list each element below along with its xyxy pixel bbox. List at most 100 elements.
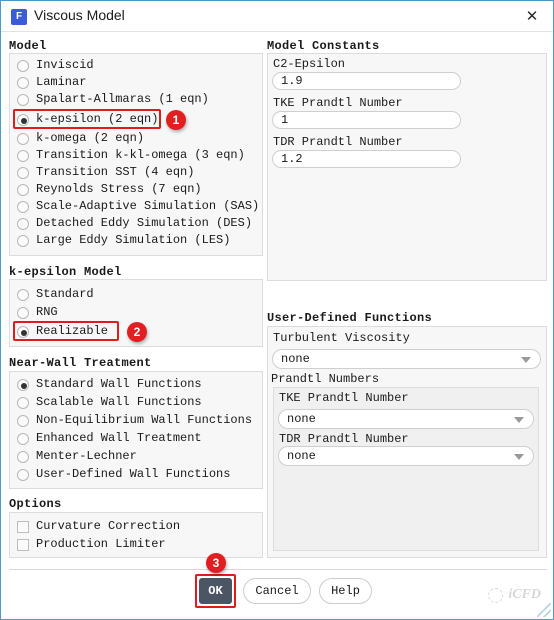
radio-indicator xyxy=(17,217,29,230)
radio-transition-k-kl-omega[interactable]: Transition k-kl-omega (3 eqn) xyxy=(17,147,245,164)
radio-indicator xyxy=(17,396,29,409)
tdr-prandtl-input[interactable]: 1.2 xyxy=(272,150,461,168)
nearwall-group-title: Near-Wall Treatment xyxy=(9,356,152,370)
radio-label: Standard Wall Functions xyxy=(36,377,202,391)
radio-inviscid[interactable]: Inviscid xyxy=(17,57,94,74)
checkbox-indicator xyxy=(17,538,29,551)
radio-indicator xyxy=(17,288,29,301)
radio-label: k-epsilon (2 eqn) xyxy=(36,112,159,126)
tke-prandtl-input[interactable]: 1 xyxy=(272,111,461,129)
options-group-title: Options xyxy=(9,497,62,511)
footer-divider xyxy=(9,569,547,570)
radio-label: Large Eddy Simulation (LES) xyxy=(36,233,231,247)
radio-label: Reynolds Stress (7 eqn) xyxy=(36,182,202,196)
radio-non-equilibrium-wall-functions[interactable]: Non-Equilibrium Wall Functions xyxy=(17,412,252,429)
radio-standard-wall-functions[interactable]: Standard Wall Functions xyxy=(17,376,202,393)
c2-epsilon-label: C2-Epsilon xyxy=(273,57,346,71)
radio-standard[interactable]: Standard xyxy=(17,286,94,303)
radio-user-defined-wall-functions[interactable]: User-Defined Wall Functions xyxy=(17,466,230,483)
viscous-model-dialog: F Viscous Model ✕ Model Inviscid Laminar… xyxy=(0,0,554,620)
udf-tdr-prandtl-label: TDR Prandtl Number xyxy=(279,432,409,446)
radio-enhanced-wall-treatment[interactable]: Enhanced Wall Treatment xyxy=(17,430,202,447)
radio-label: Transition SST (4 eqn) xyxy=(36,165,195,179)
fluent-app-icon: F xyxy=(11,9,27,25)
annotation-badge-3: 3 xyxy=(206,553,226,573)
radio-label: Realizable xyxy=(36,324,109,338)
udf-tdr-prandtl-select[interactable]: none xyxy=(278,446,534,466)
radio-label: Non-Equilibrium Wall Functions xyxy=(36,413,253,427)
kepsilon-group-title: k-epsilon Model xyxy=(9,265,122,279)
radio-indicator xyxy=(17,306,29,319)
radio-indicator xyxy=(17,149,29,162)
udf-tke-prandtl-select[interactable]: none xyxy=(278,409,534,429)
radio-indicator xyxy=(17,166,29,179)
model-constants-title: Model Constants xyxy=(267,39,380,53)
radio-label: k-omega (2 eqn) xyxy=(36,131,145,145)
turbulent-viscosity-value: none xyxy=(281,352,310,366)
radio-scale-adaptive-simulation[interactable]: Scale-Adaptive Simulation (SAS) xyxy=(17,198,259,215)
udf-group-title: User-Defined Functions xyxy=(267,311,433,325)
udf-tdr-prandtl-value: none xyxy=(287,449,316,463)
watermark-logo-icon xyxy=(488,587,504,603)
radio-indicator xyxy=(17,432,29,445)
radio-label: Standard xyxy=(36,287,94,301)
checkbox-label: Production Limiter xyxy=(36,537,166,551)
radio-laminar[interactable]: Laminar xyxy=(17,74,86,91)
radio-menter-lechner[interactable]: Menter-Lechner xyxy=(17,448,137,465)
prandtl-numbers-title: Prandtl Numbers xyxy=(271,372,380,386)
radio-indicator xyxy=(17,113,29,126)
icfd-watermark: iCFD xyxy=(488,587,541,603)
checkbox-production-limiter[interactable]: Production Limiter xyxy=(17,536,166,553)
tke-prandtl-label: TKE Prandtl Number xyxy=(273,96,403,110)
close-icon[interactable]: ✕ xyxy=(522,7,542,27)
radio-indicator xyxy=(17,76,29,89)
checkbox-label: Curvature Correction xyxy=(36,519,181,533)
annotation-badge-1: 1 xyxy=(166,110,186,130)
radio-indicator xyxy=(17,59,29,72)
radio-indicator xyxy=(17,378,29,391)
radio-indicator xyxy=(17,93,29,106)
window-title: Viscous Model xyxy=(34,7,125,23)
radio-large-eddy-simulation[interactable]: Large Eddy Simulation (LES) xyxy=(17,232,230,249)
radio-spalart-allmaras[interactable]: Spalart-Allmaras (1 eqn) xyxy=(17,91,209,108)
radio-label: Enhanced Wall Treatment xyxy=(36,431,202,445)
annotation-badge-2: 2 xyxy=(127,322,147,342)
radio-realizable[interactable]: Realizable xyxy=(17,323,108,340)
radio-indicator xyxy=(17,468,29,481)
radio-indicator xyxy=(17,132,29,145)
radio-label: Inviscid xyxy=(36,58,94,72)
radio-transition-sst[interactable]: Transition SST (4 eqn) xyxy=(17,164,194,181)
radio-indicator xyxy=(17,234,29,247)
radio-scalable-wall-functions[interactable]: Scalable Wall Functions xyxy=(17,394,202,411)
radio-indicator xyxy=(17,414,29,427)
radio-label: Scale-Adaptive Simulation (SAS) xyxy=(36,199,260,213)
radio-k-epsilon[interactable]: k-epsilon (2 eqn) xyxy=(17,111,158,128)
checkbox-curvature-correction[interactable]: Curvature Correction xyxy=(17,518,180,535)
udf-tke-prandtl-label: TKE Prandtl Number xyxy=(279,391,409,405)
watermark-text: iCFD xyxy=(508,587,541,602)
radio-indicator xyxy=(17,450,29,463)
turbulent-viscosity-select[interactable]: none xyxy=(272,349,541,369)
radio-indicator xyxy=(17,200,29,213)
c2-epsilon-input[interactable]: 1.9 xyxy=(272,72,461,90)
radio-reynolds-stress[interactable]: Reynolds Stress (7 eqn) xyxy=(17,181,202,198)
radio-label: Detached Eddy Simulation (DES) xyxy=(36,216,253,230)
radio-indicator xyxy=(17,325,29,338)
radio-label: Laminar xyxy=(36,75,87,89)
radio-label: Transition k-kl-omega (3 eqn) xyxy=(36,148,245,162)
help-button[interactable]: Help xyxy=(319,578,372,604)
ok-button[interactable]: OK xyxy=(199,578,232,604)
radio-label: Spalart-Allmaras (1 eqn) xyxy=(36,92,209,106)
chevron-down-icon xyxy=(514,417,524,423)
radio-detached-eddy-simulation[interactable]: Detached Eddy Simulation (DES) xyxy=(17,215,252,232)
radio-k-omega[interactable]: k-omega (2 eqn) xyxy=(17,130,144,147)
radio-label: RNG xyxy=(36,305,58,319)
turbulent-viscosity-label: Turbulent Viscosity xyxy=(273,331,410,345)
radio-label: Menter-Lechner xyxy=(36,449,137,463)
radio-label: Scalable Wall Functions xyxy=(36,395,202,409)
radio-rng[interactable]: RNG xyxy=(17,304,58,321)
radio-label: User-Defined Wall Functions xyxy=(36,467,231,481)
chevron-down-icon xyxy=(521,357,531,363)
cancel-button[interactable]: Cancel xyxy=(243,578,311,604)
resize-grip[interactable] xyxy=(537,603,551,617)
